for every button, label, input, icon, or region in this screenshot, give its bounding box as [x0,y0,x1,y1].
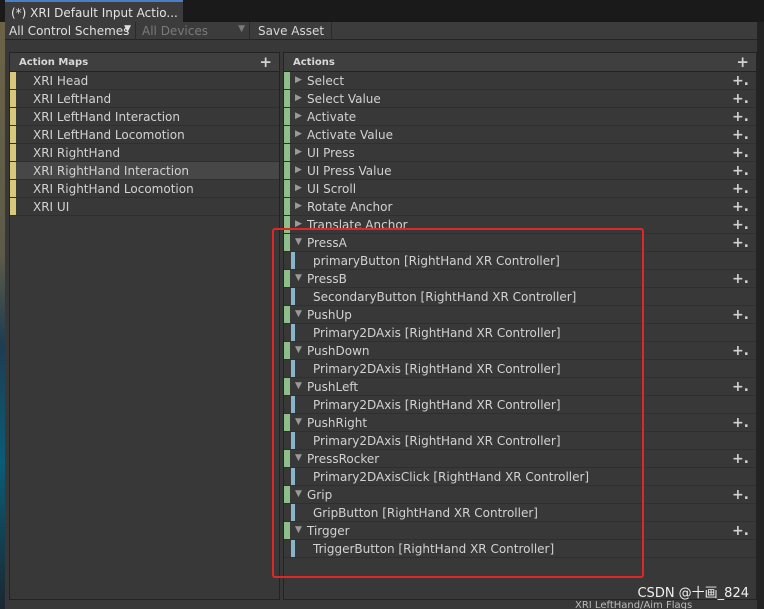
expand-right-icon[interactable]: ▶ [295,75,302,85]
add-action-map-icon[interactable]: + [259,53,272,71]
save-asset-button[interactable]: Save Asset [254,22,332,40]
action-map-item[interactable]: XRI LeftHand Interaction [10,108,279,126]
expand-right-icon[interactable]: ▶ [295,201,302,211]
footer-status: XRI LeftHand/Aim Flags [575,600,693,609]
action-item[interactable]: ▶ Select Value +. [284,90,756,108]
action-color-bar [284,72,290,89]
window-edge [757,22,764,609]
action-map-label: XRI RightHand Interaction [33,164,190,178]
action-map-color-bar [10,108,16,125]
tab-strip: (*) XRI Default Input Actio... [0,0,764,22]
add-binding-icon[interactable]: +. [732,487,749,503]
devices-dropdown[interactable]: All Devices ▼ [138,22,250,40]
action-map-color-bar [10,126,16,143]
action-maps-list: XRI Head XRI LeftHand XRI LeftHand Interac… [10,72,279,216]
add-binding-icon[interactable]: +. [732,145,749,161]
action-map-label: XRI Head [33,74,89,88]
action-map-label: XRI LeftHand [33,92,112,106]
action-maps-title: Action Maps [19,57,89,68]
chevron-down-icon: ▼ [124,24,131,34]
expand-right-icon[interactable]: ▶ [295,93,302,103]
add-binding-icon[interactable]: +. [732,199,749,215]
expand-right-icon[interactable]: ▶ [295,129,302,139]
action-color-bar [284,90,290,107]
expand-right-icon[interactable]: ▶ [295,147,302,157]
action-item[interactable]: ▶ UI Scroll +. [284,180,756,198]
action-map-label: XRI UI [33,200,70,214]
action-item[interactable]: ▶ Activate +. [284,108,756,126]
background-scene-edge [0,22,5,609]
add-binding-icon[interactable]: +. [732,415,749,431]
action-map-color-bar [10,198,16,215]
action-label: Activate Value [307,128,393,142]
chevron-down-icon: ▼ [238,24,245,34]
action-map-color-bar [10,90,16,107]
add-binding-icon[interactable]: +. [732,307,749,323]
action-color-bar [284,180,290,197]
add-binding-icon[interactable]: +. [732,379,749,395]
action-item[interactable]: ▶ Rotate Anchor +. [284,198,756,216]
toolbar: All Control Schemes ▼ All Devices ▼ Save… [5,22,757,40]
action-label: UI Press Value [307,164,392,178]
action-map-label: XRI RightHand Locomotion [33,182,194,196]
add-binding-icon[interactable]: +. [732,235,749,251]
watermark: CSDN @十画_824 [637,586,749,601]
action-map-item[interactable]: XRI RightHand [10,144,279,162]
add-binding-icon[interactable]: +. [732,181,749,197]
action-label: Select [307,74,345,88]
action-color-bar [284,144,290,161]
action-map-color-bar [10,180,16,197]
add-binding-icon[interactable]: +. [732,73,749,89]
devices-label: All Devices [142,24,208,38]
action-map-color-bar [10,72,16,89]
add-action-icon[interactable]: + [736,53,749,71]
add-binding-icon[interactable]: +. [732,271,749,287]
action-map-label: XRI RightHand [33,146,121,160]
action-maps-panel: Action Maps + XRI Head XRI LeftHand XRI Le… [9,52,280,600]
annotation-highlight-box [272,228,644,578]
action-item[interactable]: ▶ Activate Value +. [284,126,756,144]
action-map-color-bar [10,162,16,179]
action-map-item[interactable]: XRI UI [10,198,279,216]
expand-right-icon[interactable]: ▶ [295,183,302,193]
add-binding-icon[interactable]: +. [732,343,749,359]
action-map-item[interactable]: XRI LeftHand [10,90,279,108]
actions-title: Actions [293,57,335,68]
action-color-bar [284,198,290,215]
action-color-bar [284,162,290,179]
action-color-bar [284,126,290,143]
add-binding-icon[interactable]: +. [732,523,749,539]
action-map-label: XRI LeftHand Locomotion [33,128,185,142]
control-schemes-dropdown[interactable]: All Control Schemes ▼ [5,22,136,40]
action-label: Rotate Anchor [307,200,393,214]
action-map-label: XRI LeftHand Interaction [33,110,181,124]
action-item[interactable]: ▶ UI Press Value +. [284,162,756,180]
action-label: UI Scroll [307,182,357,196]
control-schemes-label: All Control Schemes [9,24,130,38]
add-binding-icon[interactable]: +. [732,91,749,107]
action-label: Activate [307,110,357,124]
action-map-item[interactable]: XRI Head [10,72,279,90]
action-label: UI Press [307,146,355,160]
action-map-item[interactable]: XRI LeftHand Locomotion [10,126,279,144]
action-label: Select Value [307,92,381,106]
add-binding-icon[interactable]: +. [732,451,749,467]
actions-header: Actions + [284,53,756,72]
action-map-item[interactable]: XRI RightHand Locomotion [10,180,279,198]
add-binding-icon[interactable]: +. [732,217,749,233]
expand-right-icon[interactable]: ▶ [295,165,302,175]
action-map-item[interactable]: XRI RightHand Interaction [10,162,279,180]
tab-input-actions[interactable]: (*) XRI Default Input Actio... [5,0,183,22]
action-maps-header: Action Maps + [10,53,279,72]
add-binding-icon[interactable]: +. [732,163,749,179]
action-item[interactable]: ▶ UI Press +. [284,144,756,162]
action-map-color-bar [10,144,16,161]
expand-right-icon[interactable]: ▶ [295,111,302,121]
add-binding-icon[interactable]: +. [732,127,749,143]
action-item[interactable]: ▶ Select +. [284,72,756,90]
add-binding-icon[interactable]: +. [732,109,749,125]
action-color-bar [284,108,290,125]
